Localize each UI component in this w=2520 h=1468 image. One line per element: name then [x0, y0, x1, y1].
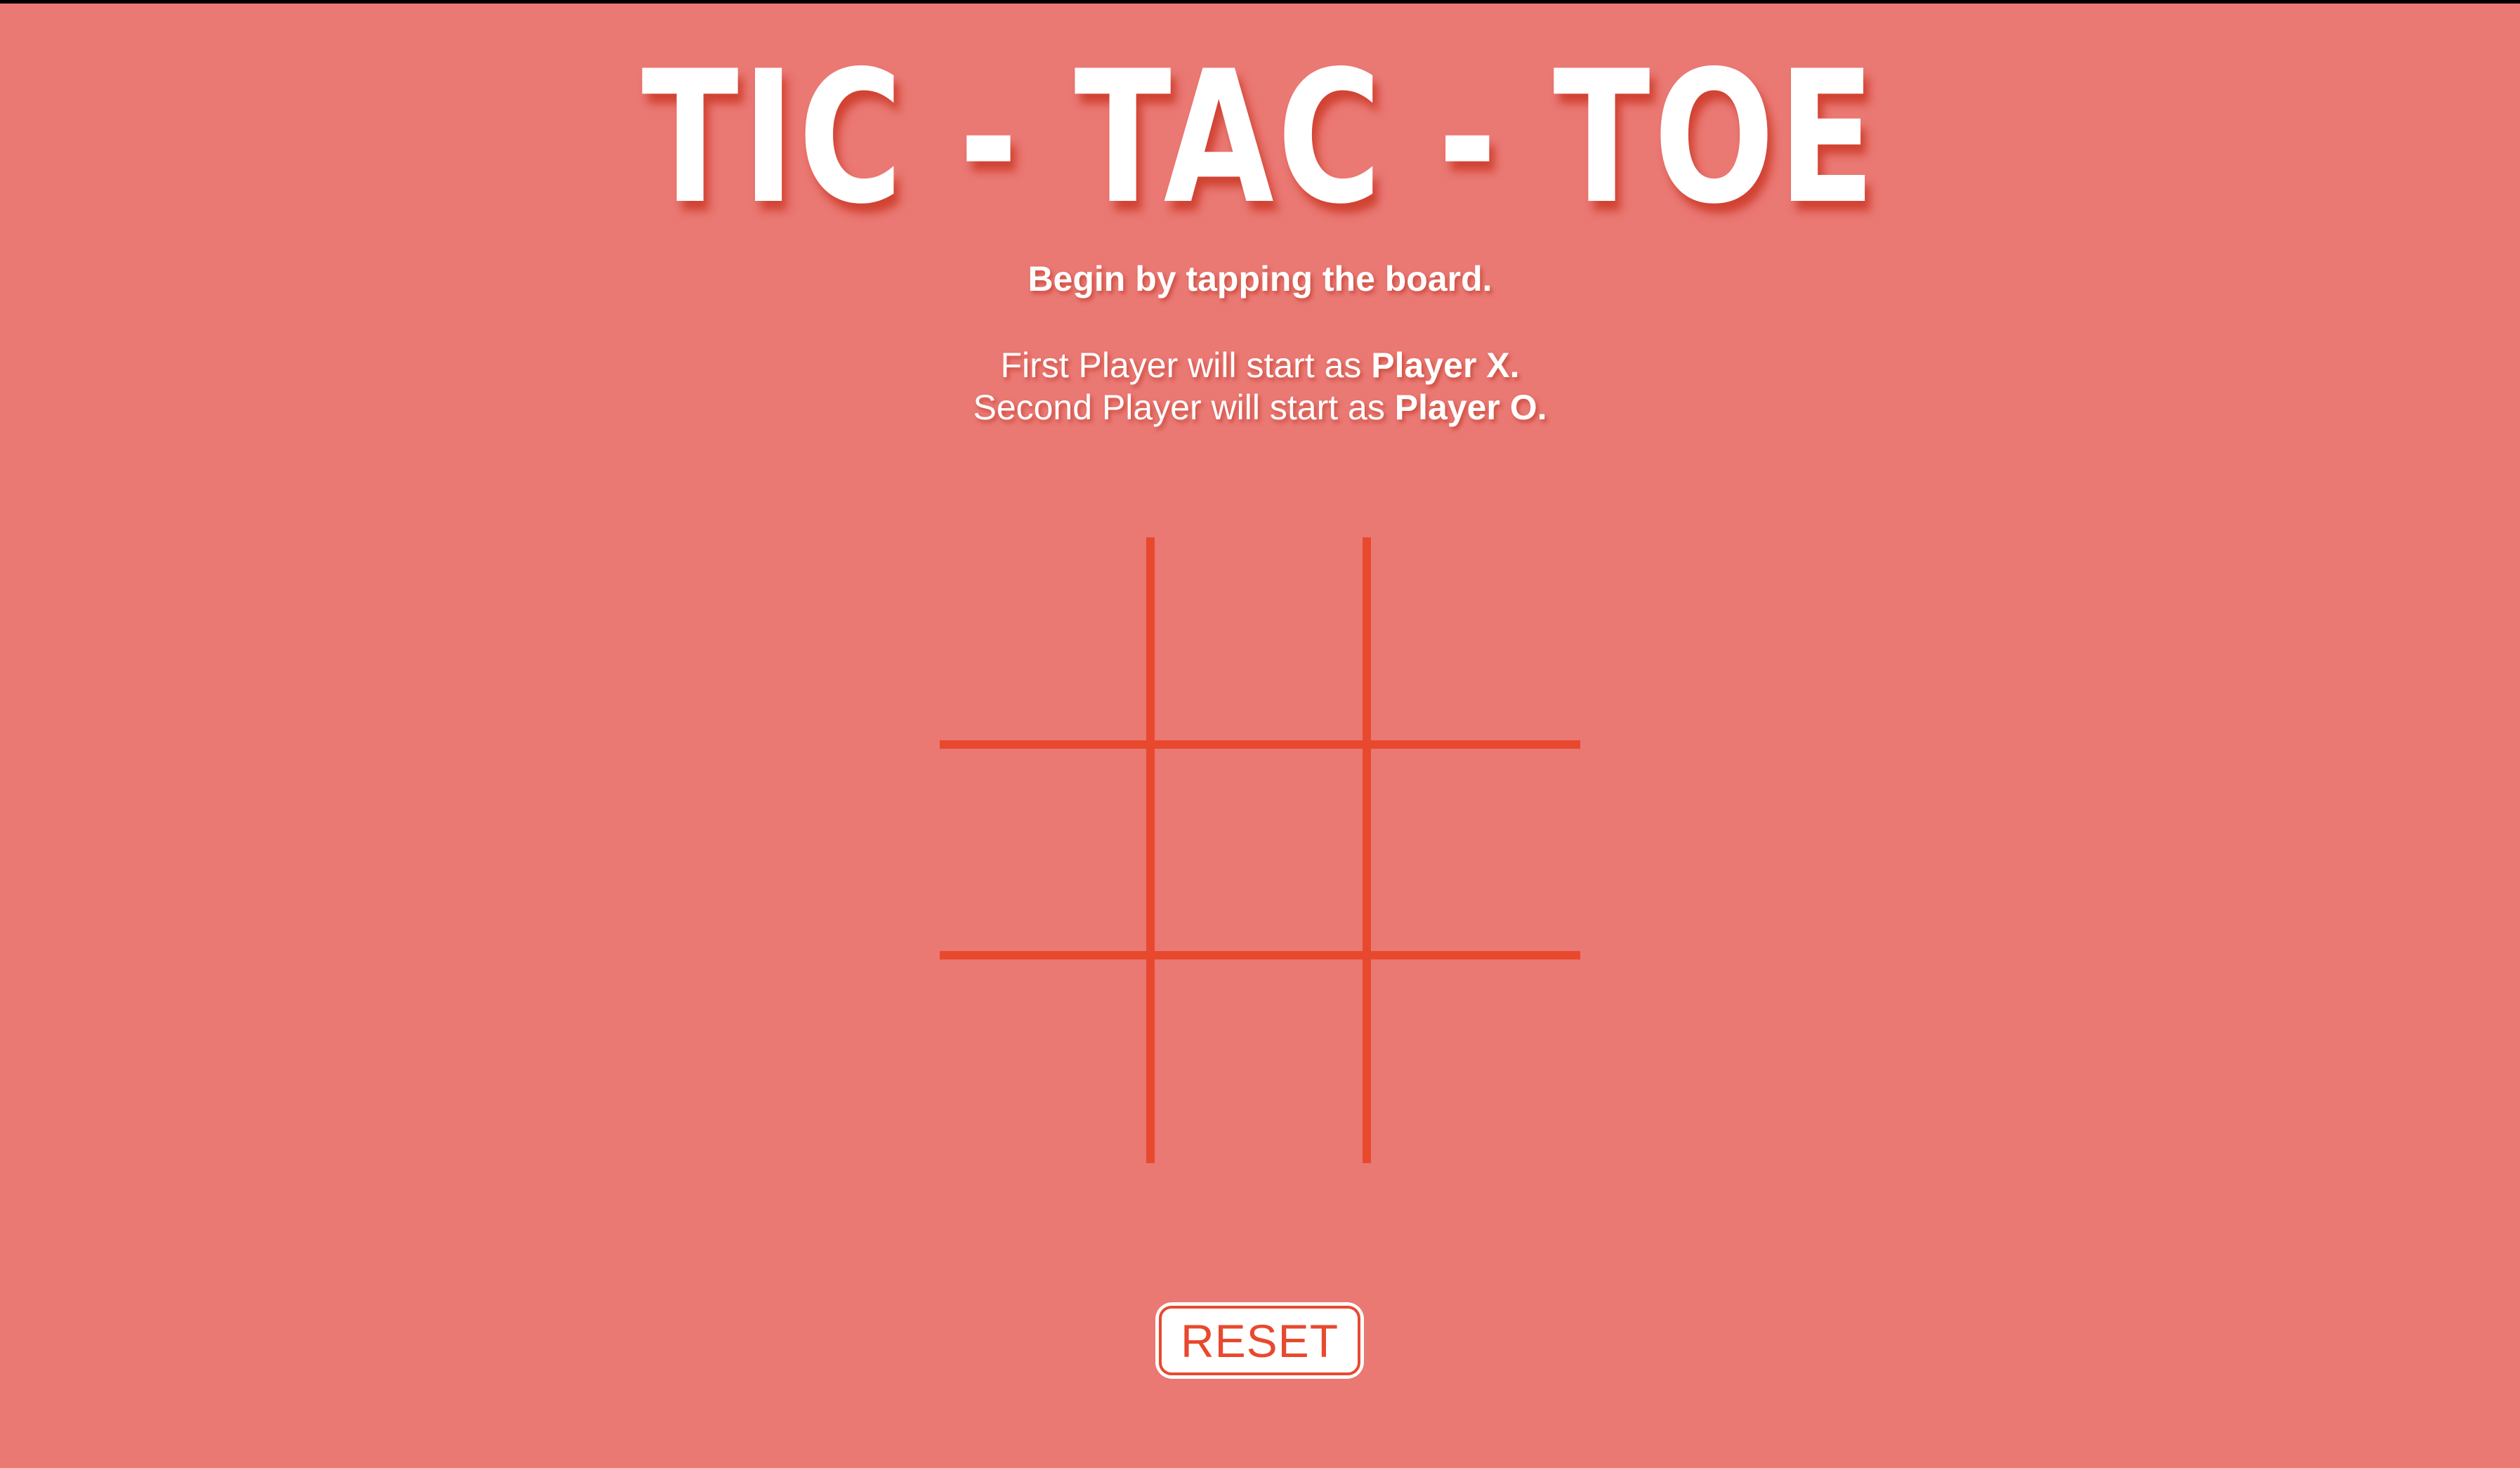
second-player-prefix: Second Player will start as: [973, 388, 1395, 427]
grid-line-horizontal-top: [940, 740, 1580, 749]
first-player-line: First Player will start as Player X.: [0, 344, 2520, 386]
grid-line-horizontal-bottom: [940, 951, 1580, 959]
board-cell[interactable]: [1155, 749, 1363, 951]
board-cell[interactable]: [1371, 959, 1580, 1163]
board-cell[interactable]: [1371, 749, 1580, 951]
first-player-prefix: First Player will start as: [1000, 346, 1372, 385]
game-screen: TIC - TAC - TOE Begin by tapping the boa…: [0, 0, 2520, 1468]
board-cell[interactable]: [1371, 537, 1580, 740]
player-info: First Player will start as Player X. Sec…: [0, 344, 2520, 428]
game-board: [940, 537, 1580, 1163]
board-cell[interactable]: [1155, 537, 1363, 740]
grid-line-vertical-left: [1146, 537, 1155, 1163]
game-title: TIC - TAC - TOE: [641, 32, 1879, 244]
instruction-text: Begin by tapping the board.: [1028, 259, 1492, 299]
board-cell[interactable]: [1155, 959, 1363, 1163]
reset-button-label: RESET: [1159, 1306, 1360, 1375]
first-player-name: Player X.: [1371, 346, 1520, 385]
grid-line-vertical-right: [1363, 537, 1371, 1163]
board-cell[interactable]: [940, 537, 1146, 740]
board-cell[interactable]: [940, 749, 1146, 951]
board-cell[interactable]: [940, 959, 1146, 1163]
second-player-line: Second Player will start as Player O.: [0, 386, 2520, 428]
second-player-name: Player O.: [1394, 388, 1547, 427]
reset-button[interactable]: RESET: [1155, 1302, 1364, 1379]
